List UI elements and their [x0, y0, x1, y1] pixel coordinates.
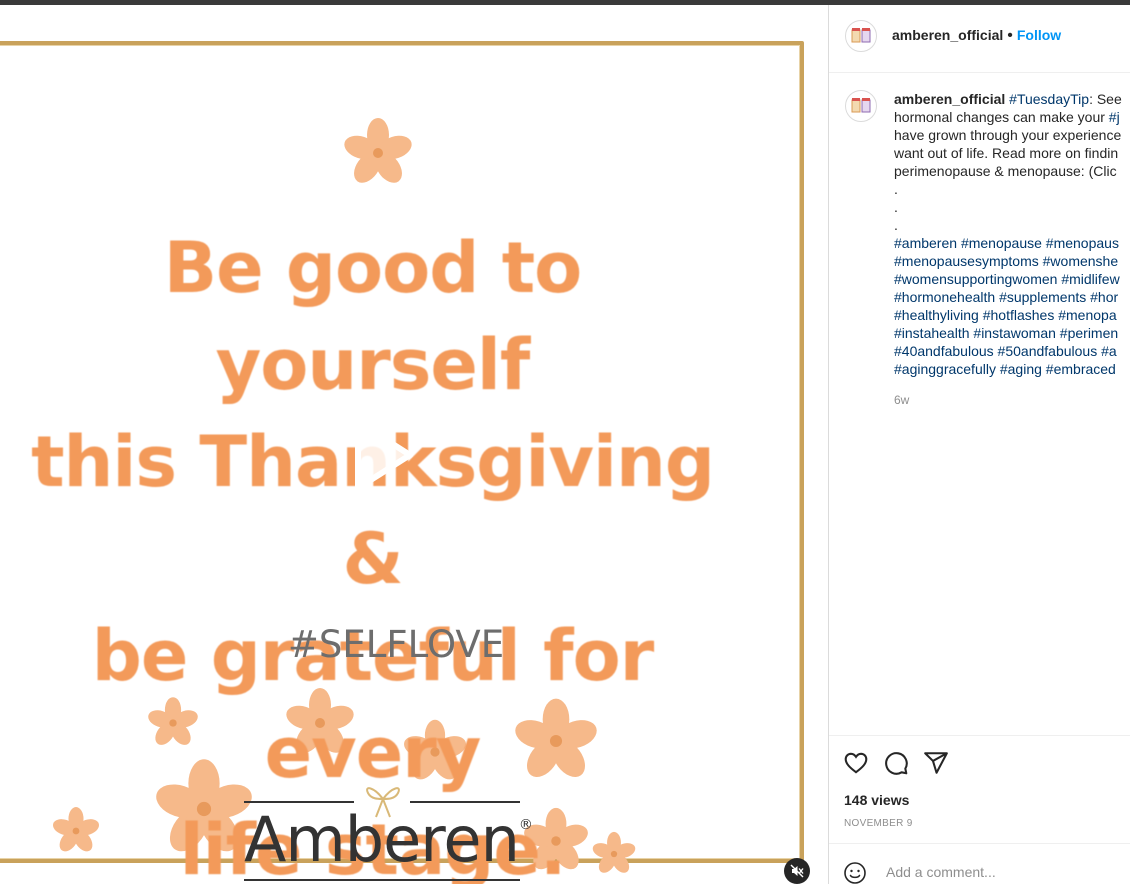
caption-line: #hormonehealth #supplements #hor [894, 288, 1130, 306]
post-details-panel: amberen_official • Follow amberen_official… [828, 5, 1130, 884]
caption-line: want out of life. Read more on findin [894, 144, 1130, 162]
flower-decoration [344, 118, 412, 183]
caption-line: #40andfabulous #50andfabulous #a [894, 342, 1130, 360]
product-avatar-icon [851, 28, 871, 43]
caption-text: hormonal changes can make your [894, 109, 1109, 125]
divider [829, 735, 1130, 736]
caption-line: #menopausesymptoms #womenshe [894, 252, 1130, 270]
avatar[interactable] [845, 20, 877, 52]
comment-icon [885, 752, 908, 775]
caption-text: want out of life. Read more on findin [894, 145, 1119, 161]
amberen-logo: Amberen® [244, 775, 533, 884]
hashtag-link[interactable]: #aginggracefully [894, 361, 996, 377]
hashtag-link[interactable]: #amberen [894, 235, 957, 251]
hashtag-link[interactable]: #supplements [999, 289, 1086, 305]
hashtag-link[interactable]: #womenshe [1043, 253, 1119, 269]
hashtag-link[interactable]: #hormonehealth [894, 289, 995, 305]
caption-line: #womensupportingwomen #midlifew [894, 270, 1130, 288]
hashtag-link[interactable]: #aging [1000, 361, 1042, 377]
caption-line: #instahealth #instawoman #perimen [894, 324, 1130, 342]
caption-text: . [894, 217, 898, 233]
caption-text: have grown through your experience [894, 127, 1122, 143]
post-age[interactable]: 6w [894, 393, 909, 407]
hashtag-link[interactable]: #perimen [1060, 325, 1118, 341]
hashtag-link[interactable]: #TuesdayTip [1009, 91, 1089, 107]
comment-button[interactable] [883, 750, 909, 778]
hashtag-link[interactable]: #40andfabulous [894, 343, 994, 359]
hashtag-link[interactable]: #embraced [1046, 361, 1116, 377]
share-icon [924, 752, 948, 774]
heart-icon [844, 752, 868, 774]
separator-dot: • [1007, 27, 1013, 44]
hashtag-link[interactable]: #menopa [1058, 307, 1116, 323]
view-count[interactable]: 148 views [844, 792, 909, 808]
action-bar [843, 750, 949, 778]
hashtag-link[interactable]: #instawoman [973, 325, 1056, 341]
hashtag-link[interactable]: #hor [1090, 289, 1118, 305]
logo-text: Amberen [244, 803, 520, 876]
hashtag-link[interactable]: #menopaus [1046, 235, 1119, 251]
caption-text: . [894, 181, 898, 197]
post-date: NOVEMBER 9 [844, 818, 913, 829]
caption-line: #amberen #menopause #menopaus [894, 234, 1130, 252]
like-button[interactable] [843, 750, 869, 778]
emoji-icon [844, 862, 866, 884]
mute-button[interactable] [784, 858, 810, 884]
comment-input[interactable] [884, 863, 1128, 881]
hashtag-link[interactable]: #j [1109, 109, 1120, 125]
caption-line: . [894, 216, 1130, 234]
hashtag-link[interactable]: #menopause [961, 235, 1042, 251]
caption-username[interactable]: amberen_official [894, 91, 1005, 107]
post-media[interactable]: Be good to yourself this Thanksgiving & … [0, 5, 828, 884]
caption-line: have grown through your experience [894, 126, 1130, 144]
muted-speaker-icon [790, 864, 804, 878]
caption-line: hormonal changes can make your #j [894, 108, 1130, 126]
caption-line: perimenopause & menopause: (Clic [894, 162, 1130, 180]
caption-line: . [894, 198, 1130, 216]
emoji-button[interactable] [843, 861, 867, 884]
hashtag-link[interactable]: #hotflashes [983, 307, 1055, 323]
play-icon[interactable] [340, 410, 420, 500]
hashtag-link[interactable]: #healthyliving [894, 307, 979, 323]
caption-line: amberen_official #TuesdayTip: See [894, 90, 1130, 108]
quote-line: Be good to yourself [163, 227, 583, 406]
hashtag-link[interactable]: #menopausesymptoms [894, 253, 1039, 269]
caption-text: . [894, 199, 898, 215]
caption-line: . [894, 180, 1130, 198]
caption-avatar[interactable] [845, 90, 877, 122]
product-avatar-icon [851, 98, 871, 113]
hashtag-link[interactable]: #midlifew [1061, 271, 1119, 287]
follow-button[interactable]: Follow [1017, 27, 1061, 43]
caption-text: : See [1089, 91, 1122, 107]
caption-line: #aginggracefully #aging #embraced [894, 360, 1130, 378]
caption-text: perimenopause & menopause: (Clic [894, 163, 1117, 179]
hashtag-link[interactable]: #50andfabulous [998, 343, 1098, 359]
hashtag-link[interactable]: #a [1101, 343, 1117, 359]
caption: amberen_official #TuesdayTip: See hormon… [894, 90, 1130, 378]
media-hashtag: #SELFLOVE [287, 623, 505, 666]
caption-line: #healthyliving #hotflashes #menopa [894, 306, 1130, 324]
post-header: amberen_official • Follow [829, 5, 1130, 73]
registered-mark: ® [518, 817, 533, 833]
divider [829, 843, 1130, 844]
hashtag-link[interactable]: #instahealth [894, 325, 970, 341]
hashtag-link[interactable]: #womensupportingwomen [894, 271, 1057, 287]
header-username[interactable]: amberen_official [892, 27, 1003, 43]
share-button[interactable] [923, 750, 949, 778]
